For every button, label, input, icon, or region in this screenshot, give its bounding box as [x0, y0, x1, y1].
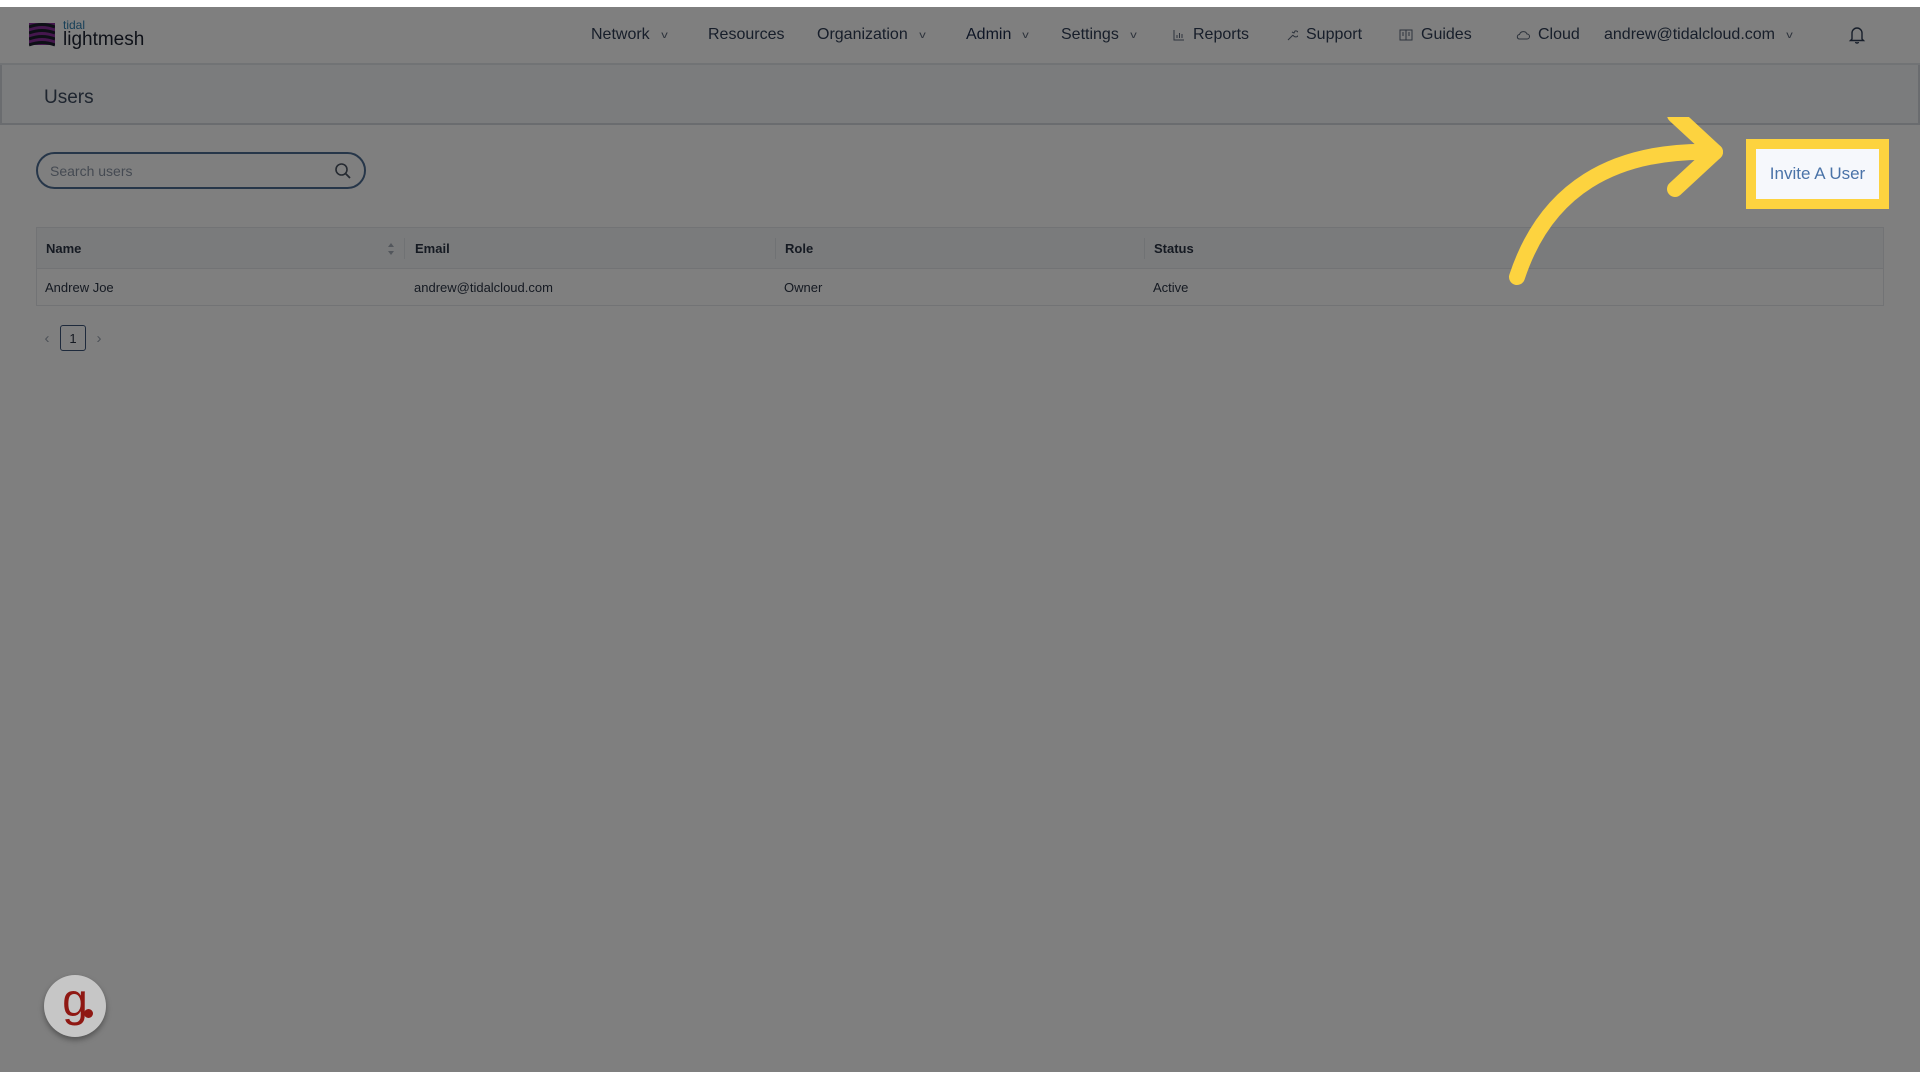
guide-launcher[interactable]: g	[44, 974, 106, 1037]
column-header-role: Role	[785, 240, 814, 256]
nav-settings[interactable]: Settings v	[1061, 26, 1137, 44]
cell-name: Andrew Joe	[45, 279, 114, 295]
search-icon[interactable]	[334, 162, 352, 180]
nav-organization[interactable]: Organization v	[817, 26, 925, 44]
pagination: ‹ 1 ›	[40, 325, 106, 351]
invite-highlight: Invite A User	[1746, 139, 1889, 209]
guide-dot-icon	[84, 1009, 93, 1018]
page-title: Users	[44, 87, 94, 108]
cell-role: Owner	[784, 279, 823, 295]
nav-cloud[interactable]: Cloud	[1516, 26, 1580, 44]
nav-guides[interactable]: Guides	[1399, 26, 1472, 44]
chevron-left-icon[interactable]: ‹	[40, 330, 54, 347]
bar-chart-icon	[1173, 30, 1184, 41]
search-box[interactable]	[36, 152, 366, 189]
nav-network-label: Network	[591, 26, 650, 43]
nav-network[interactable]: Network v	[591, 26, 667, 44]
column-divider	[775, 238, 776, 259]
search-input[interactable]	[50, 162, 334, 179]
nav-support-label: Support	[1306, 26, 1363, 43]
chevron-down-icon: v	[1786, 29, 1793, 41]
user-email: andrew@tidalcloud.com	[1604, 26, 1775, 43]
chevron-down-icon: v	[1130, 29, 1137, 41]
column-header-email: Email	[415, 240, 450, 256]
nav-organization-label: Organization	[817, 26, 908, 43]
wrench-icon	[1287, 30, 1298, 41]
nav-settings-label: Settings	[1061, 26, 1119, 43]
nav-guides-label: Guides	[1421, 26, 1472, 43]
cloud-icon	[1516, 31, 1530, 40]
bell-icon[interactable]	[1848, 25, 1866, 45]
page-number[interactable]: 1	[60, 325, 86, 351]
nav-admin-label: Admin	[966, 26, 1012, 43]
page-header: Users	[0, 65, 1920, 125]
nav-reports-label: Reports	[1193, 26, 1250, 43]
column-header-name[interactable]: Name	[46, 228, 81, 268]
sort-icon[interactable]	[386, 240, 396, 258]
book-icon	[1399, 29, 1413, 41]
guide-letter: g	[62, 974, 88, 1026]
column-divider	[404, 238, 405, 259]
brand-name: lightmesh	[63, 29, 145, 50]
chevron-right-icon[interactable]: ›	[92, 330, 106, 347]
chevron-down-icon: v	[918, 29, 926, 41]
nav-cloud-label: Cloud	[1538, 26, 1580, 43]
user-menu[interactable]: andrew@tidalcloud.com v	[1604, 26, 1793, 44]
nav-resources-label: Resources	[708, 26, 785, 43]
column-header-status: Status	[1154, 240, 1194, 256]
top-navigation: tidal lightmesh Network v Resources Orga…	[0, 7, 1920, 65]
chevron-down-icon: v	[660, 29, 668, 41]
column-divider	[1144, 238, 1145, 259]
nav-resources[interactable]: Resources	[708, 26, 784, 44]
nav-support[interactable]: Support	[1286, 26, 1362, 44]
guide-arrow-icon	[1509, 117, 1723, 285]
cell-status: Active	[1153, 279, 1189, 295]
nav-reports[interactable]: Reports	[1173, 26, 1249, 44]
invite-user-button[interactable]: Invite A User	[1756, 149, 1879, 199]
chevron-down-icon: v	[1022, 29, 1030, 41]
brand-logo[interactable]: tidal lightmesh	[29, 19, 144, 49]
nav-admin[interactable]: Admin v	[966, 26, 1030, 44]
lightmesh-logo-icon	[29, 23, 55, 47]
cell-email: andrew@tidalcloud.com	[414, 279, 553, 295]
app-window: tidal lightmesh Network v Resources Orga…	[0, 7, 1920, 1072]
